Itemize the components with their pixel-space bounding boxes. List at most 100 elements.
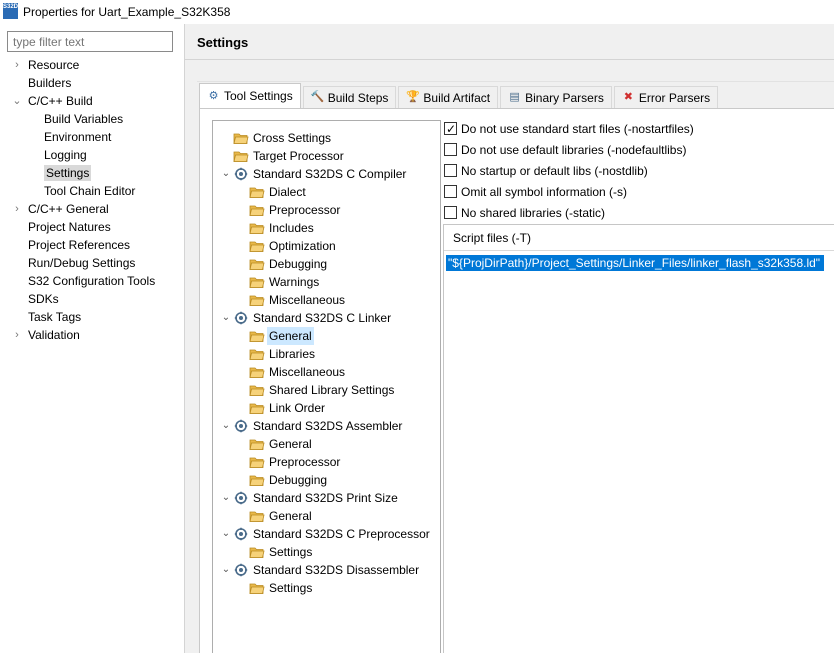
tool-icon: [233, 491, 249, 505]
tree-node-standard-s32ds-disassembler[interactable]: ⌄ Standard S32DS Disassembler: [221, 561, 436, 579]
tree-node-settings[interactable]: Settings: [221, 579, 436, 597]
nav-item-logging[interactable]: Logging: [44, 146, 87, 164]
tree-node-label: General: [269, 509, 312, 523]
nav-item-project-natures[interactable]: Project Natures: [12, 218, 111, 236]
nav-item-builders[interactable]: Builders: [12, 74, 71, 92]
tree-node-label: Settings: [269, 545, 313, 559]
nav-item-sdks[interactable]: SDKs: [12, 290, 59, 308]
tree-node-debugging[interactable]: Debugging: [221, 255, 436, 273]
nav-item-label: Run/Debug Settings: [28, 256, 136, 270]
tree-node-standard-s32ds-c-linker[interactable]: ⌄ Standard S32DS C Linker: [221, 309, 436, 327]
tree-node-general[interactable]: General: [221, 507, 436, 525]
script-files-list: Script files (-T) "${ProjDirPath}/Projec…: [443, 224, 834, 653]
chevron-right-icon[interactable]: ›: [11, 326, 23, 344]
tree-node-standard-s32ds-c-compiler[interactable]: ⌄ Standard S32DS C Compiler: [221, 165, 436, 183]
tab-error-parsers[interactable]: ✖ Error Parsers: [613, 86, 719, 108]
nav-item-c-c-general[interactable]: › C/C++ General: [12, 200, 109, 218]
folder-icon: [249, 275, 265, 289]
folder-icon: [249, 185, 265, 199]
tree-node-general[interactable]: General: [221, 327, 436, 345]
tree-node-warnings[interactable]: Warnings: [221, 273, 436, 291]
chevron-right-icon[interactable]: ›: [11, 200, 23, 218]
tab-build-steps[interactable]: 🔨 Build Steps: [302, 86, 397, 108]
tool-icon: [233, 167, 249, 181]
tree-node-label: Shared Library Settings: [269, 383, 395, 397]
chevron-down-icon[interactable]: ⌄: [221, 165, 231, 183]
tab-label: Build Steps: [327, 90, 389, 105]
tree-node-dialect[interactable]: Dialect: [221, 183, 436, 201]
tree-node-shared-library-settings[interactable]: Shared Library Settings: [221, 381, 436, 399]
tree-node-label: Standard S32DS Assembler: [253, 419, 403, 433]
tree-node-miscellaneous[interactable]: Miscellaneous: [221, 291, 436, 309]
tree-node-standard-s32ds-print-size[interactable]: ⌄ Standard S32DS Print Size: [221, 489, 436, 507]
configuration-strip: [197, 62, 834, 82]
tree-node-label: Standard S32DS C Preprocessor: [253, 527, 430, 541]
chevron-right-icon[interactable]: ›: [11, 56, 23, 74]
nav-item-c-c-build[interactable]: ⌄ C/C++ Build: [11, 92, 93, 110]
checkbox[interactable]: [444, 143, 457, 156]
nav-item-label: Builders: [28, 76, 72, 90]
checkbox[interactable]: [444, 120, 457, 138]
folder-icon: [249, 347, 265, 361]
nav-item-task-tags[interactable]: Task Tags: [12, 308, 81, 326]
tab-binary-parsers[interactable]: ▤ Binary Parsers: [500, 86, 612, 108]
nav-item-run-debug-settings[interactable]: Run/Debug Settings: [12, 254, 135, 272]
tree-node-standard-s32ds-assembler[interactable]: ⌄ Standard S32DS Assembler: [221, 417, 436, 435]
chevron-down-icon[interactable]: ⌄: [11, 92, 23, 110]
tree-node-settings[interactable]: Settings: [221, 543, 436, 561]
folder-icon: [249, 437, 265, 451]
nav-item-resource[interactable]: › Resource: [12, 56, 79, 74]
tree-node-miscellaneous[interactable]: Miscellaneous: [221, 363, 436, 381]
nav-item-build-variables[interactable]: Build Variables: [44, 110, 123, 128]
tree-node-optimization[interactable]: Optimization: [221, 237, 436, 255]
tree-node-preprocessor[interactable]: Preprocessor: [221, 453, 436, 471]
folder-icon: [249, 221, 265, 235]
nav-item-label: Project References: [28, 238, 131, 252]
checkbox[interactable]: [444, 164, 457, 177]
tree-node-libraries[interactable]: Libraries: [221, 345, 436, 363]
nav-item-label: Task Tags: [28, 310, 82, 324]
tree-node-cross-settings[interactable]: Cross Settings: [221, 129, 436, 147]
tree-node-includes[interactable]: Includes: [221, 219, 436, 237]
tree-node-target-processor[interactable]: Target Processor: [221, 147, 436, 165]
checkbox[interactable]: [444, 185, 457, 198]
checkbox[interactable]: [444, 206, 457, 219]
folder-icon: [249, 257, 265, 271]
folder-icon: [249, 239, 265, 253]
tool-settings-tree: Cross Settings Target Processor ⌄ Standard …: [212, 120, 441, 653]
title-separator: [185, 59, 834, 60]
tree-node-label: Miscellaneous: [269, 365, 346, 379]
tree-node-label: Optimization: [269, 239, 336, 253]
nav-item-environment[interactable]: Environment: [44, 128, 111, 146]
nav-item-tool-chain-editor[interactable]: Tool Chain Editor: [44, 182, 135, 200]
filter-input[interactable]: [7, 31, 173, 52]
chevron-down-icon[interactable]: ⌄: [221, 489, 231, 507]
tab-tool-settings[interactable]: ⚙ Tool Settings: [199, 83, 301, 108]
title-bar: S32DS Properties for Uart_Example_S32K35…: [0, 0, 834, 24]
nav-item-project-references[interactable]: Project References: [12, 236, 130, 254]
tree-node-debugging[interactable]: Debugging: [221, 471, 436, 489]
nav-item-label: Logging: [44, 148, 87, 162]
nav-item-validation[interactable]: › Validation: [12, 326, 80, 344]
nav-item-settings[interactable]: Settings: [44, 164, 92, 182]
tree-node-label: Settings: [269, 581, 313, 595]
tab-build-artifact[interactable]: 🏆 Build Artifact: [398, 86, 499, 108]
tree-node-label: Standard S32DS C Linker: [253, 311, 392, 325]
chevron-down-icon[interactable]: ⌄: [221, 525, 231, 543]
folder-icon: [249, 473, 265, 487]
trophy-icon: 🏆: [406, 91, 421, 103]
tree-node-preprocessor[interactable]: Preprocessor: [221, 201, 436, 219]
tab-label: Build Artifact: [423, 90, 491, 105]
tree-node-label: General: [267, 327, 314, 345]
chevron-down-icon[interactable]: ⌄: [221, 417, 231, 435]
script-file-item[interactable]: "${ProjDirPath}/Project_Settings/Linker_…: [446, 255, 825, 271]
chevron-down-icon[interactable]: ⌄: [221, 309, 231, 327]
nav-item-label: C/C++ Build: [28, 94, 93, 108]
chevron-down-icon[interactable]: ⌄: [221, 561, 231, 579]
tree-node-standard-s32ds-c-preprocessor[interactable]: ⌄ Standard S32DS C Preprocessor: [221, 525, 436, 543]
tree-node-link-order[interactable]: Link Order: [221, 399, 436, 417]
nav-item-s32-configuration-tools[interactable]: S32 Configuration Tools: [12, 272, 155, 290]
nav-item-label: S32 Configuration Tools: [28, 274, 156, 288]
tool-icon: [233, 419, 249, 433]
tree-node-general[interactable]: General: [221, 435, 436, 453]
